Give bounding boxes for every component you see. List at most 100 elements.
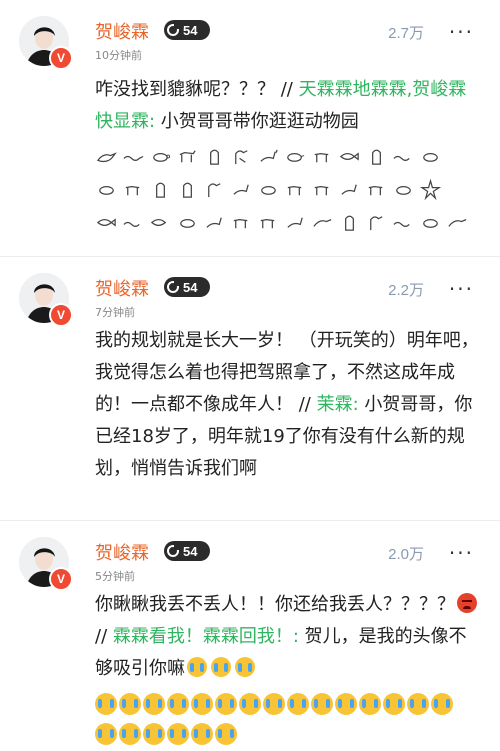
reply-text: 你瞅瞅我丢不丢人！！你还给我丢人？？？？ — [95, 594, 455, 615]
hieroglyph-turtle-icon — [180, 219, 195, 228]
reply-separator: // — [95, 626, 113, 647]
user-level-badge: 54 — [164, 20, 210, 40]
hieroglyph-snake-icon — [393, 221, 410, 227]
hieroglyph-bird-icon — [448, 219, 467, 227]
hieroglyph-fish-icon — [96, 218, 116, 227]
crying-face-icon — [143, 693, 165, 715]
hieroglyph-turtle-icon — [396, 186, 411, 195]
hieroglyph-owl-icon — [156, 182, 165, 198]
level-number: 54 — [183, 22, 198, 38]
username[interactable]: 贺峻霖 — [95, 539, 149, 565]
hieroglyph-owl-icon — [183, 182, 192, 198]
hieroglyph-animal-emojis — [95, 140, 475, 239]
hieroglyph-turtle-icon — [99, 186, 114, 195]
hieroglyph-turtle-icon — [423, 153, 438, 162]
comment-text: 我的规划就是长大一岁！ （开玩笑的）明年吧，我觉得怎么着也得把驾照拿了，不然这成… — [95, 325, 480, 485]
hieroglyph-snake-icon — [123, 221, 140, 227]
level-ring-icon — [167, 281, 179, 293]
glyph-row — [95, 173, 475, 206]
comment-card: V 贺峻霖 54 7分钟前 2.2万 ··· 我的规划就是长大一岁！ （开玩笑的… — [0, 257, 500, 521]
crying-face-icon — [335, 693, 357, 715]
hieroglyph-owl-icon — [210, 149, 219, 165]
hieroglyph-bull-icon — [260, 218, 275, 229]
crying-face-icon — [383, 693, 405, 715]
mention-link[interactable]: 霖霖看我！霖霖回我！: — [113, 626, 299, 647]
crying-face-icon — [95, 693, 117, 715]
hieroglyph-turtle-icon — [261, 186, 276, 195]
more-options-button[interactable]: ··· — [449, 277, 474, 301]
verified-badge-icon: V — [49, 303, 73, 327]
timestamp: 5分钟前 — [95, 570, 135, 583]
hieroglyph-rabbit-icon — [233, 184, 249, 195]
crying-face-icon — [239, 693, 261, 715]
comment-card: V 贺峻霖 54 5分钟前 2.0万 ··· 你瞅瞅我丢不丢人！！你还给我丢人？… — [0, 521, 500, 749]
crying-face-icon — [119, 723, 141, 745]
crying-emoji-row — [95, 693, 480, 721]
hieroglyph-bull-icon — [368, 185, 383, 196]
avatar[interactable]: V — [19, 16, 73, 70]
user-level-badge: 54 — [164, 277, 210, 297]
crying-emoji-row — [95, 723, 480, 751]
timestamp: 7分钟前 — [95, 306, 135, 319]
like-count[interactable]: 2.7万 — [388, 22, 424, 43]
hieroglyph-bull-icon — [179, 150, 196, 163]
hieroglyph-bull-icon — [125, 185, 140, 196]
level-number: 54 — [183, 279, 198, 295]
crying-face-icon — [191, 693, 213, 715]
username[interactable]: 贺峻霖 — [95, 18, 149, 44]
mention-link[interactable]: 茉霖: — [317, 394, 359, 415]
hieroglyph-fish-icon — [150, 219, 167, 226]
hieroglyph-turtle-icon — [153, 153, 171, 162]
reply-text: 咋没找到貔貅呢？？？ // — [95, 79, 299, 100]
hieroglyph-bird-icon — [370, 216, 383, 231]
hieroglyph-star-icon — [419, 178, 442, 201]
user-level-badge: 54 — [164, 541, 210, 561]
hieroglyph-bull-icon — [314, 185, 329, 196]
glyph-row — [95, 140, 475, 173]
username[interactable]: 贺峻霖 — [95, 275, 149, 301]
crying-face-icon — [187, 657, 207, 677]
avatar[interactable]: V — [19, 273, 73, 327]
hieroglyph-fish-icon — [339, 152, 359, 161]
hieroglyph-bull-icon — [233, 218, 248, 229]
hieroglyph-bird-icon — [96, 152, 117, 163]
hieroglyph-bird-icon — [313, 219, 332, 227]
hieroglyph-owl-icon — [345, 215, 354, 231]
hieroglyph-bird-icon — [208, 183, 221, 198]
crying-face-icon — [119, 693, 141, 715]
glyph-row — [95, 206, 475, 239]
crying-face-icon — [263, 693, 285, 715]
hieroglyph-bull-icon — [287, 185, 302, 196]
crying-face-icon — [191, 723, 213, 745]
more-options-button[interactable]: ··· — [449, 541, 474, 565]
more-options-button[interactable]: ··· — [449, 20, 474, 44]
crying-face-icon — [311, 693, 333, 715]
comment-card: V 贺峻霖 54 10分钟前 2.7万 ··· 咋没找到貔貅呢？？？ // 天霖… — [0, 0, 500, 257]
hieroglyph-turtle-icon — [423, 219, 438, 228]
comment-text: 咋没找到貔貅呢？？？ // 天霖霖地霖霖,贺峻霖快显霖: 小贺哥哥带你逛逛动物园 — [95, 74, 480, 138]
crying-face-icon — [407, 693, 429, 715]
original-comment-text: 小贺哥哥带你逛逛动物园 — [155, 111, 359, 132]
hieroglyph-rabbit-icon — [260, 149, 278, 162]
hieroglyph-rabbit-icon — [341, 184, 357, 195]
crying-face-icon — [431, 693, 453, 715]
hieroglyph-rabbit-icon — [287, 217, 303, 228]
crying-face-icon — [359, 693, 381, 715]
level-ring-icon — [167, 24, 179, 36]
hieroglyph-turtle-icon — [287, 153, 305, 162]
crying-face-icon — [167, 693, 189, 715]
crying-face-icon — [167, 723, 189, 745]
hieroglyph-bull-icon — [314, 152, 329, 163]
comment-text: 你瞅瞅我丢不丢人！！你还给我丢人？？？？ // 霖霖看我！霖霖回我！: 贺儿，是… — [95, 589, 480, 685]
like-count[interactable]: 2.2万 — [388, 279, 424, 300]
timestamp: 10分钟前 — [95, 49, 142, 62]
like-count[interactable]: 2.0万 — [388, 543, 424, 564]
hieroglyph-snake-icon — [123, 155, 144, 161]
hieroglyph-owl-icon — [372, 149, 381, 165]
avatar[interactable]: V — [19, 537, 73, 591]
crying-face-icon — [287, 693, 309, 715]
crying-face-icon — [95, 723, 117, 745]
crying-face-icon — [211, 657, 231, 677]
verified-badge-icon: V — [49, 567, 73, 591]
crying-face-icon — [143, 723, 165, 745]
